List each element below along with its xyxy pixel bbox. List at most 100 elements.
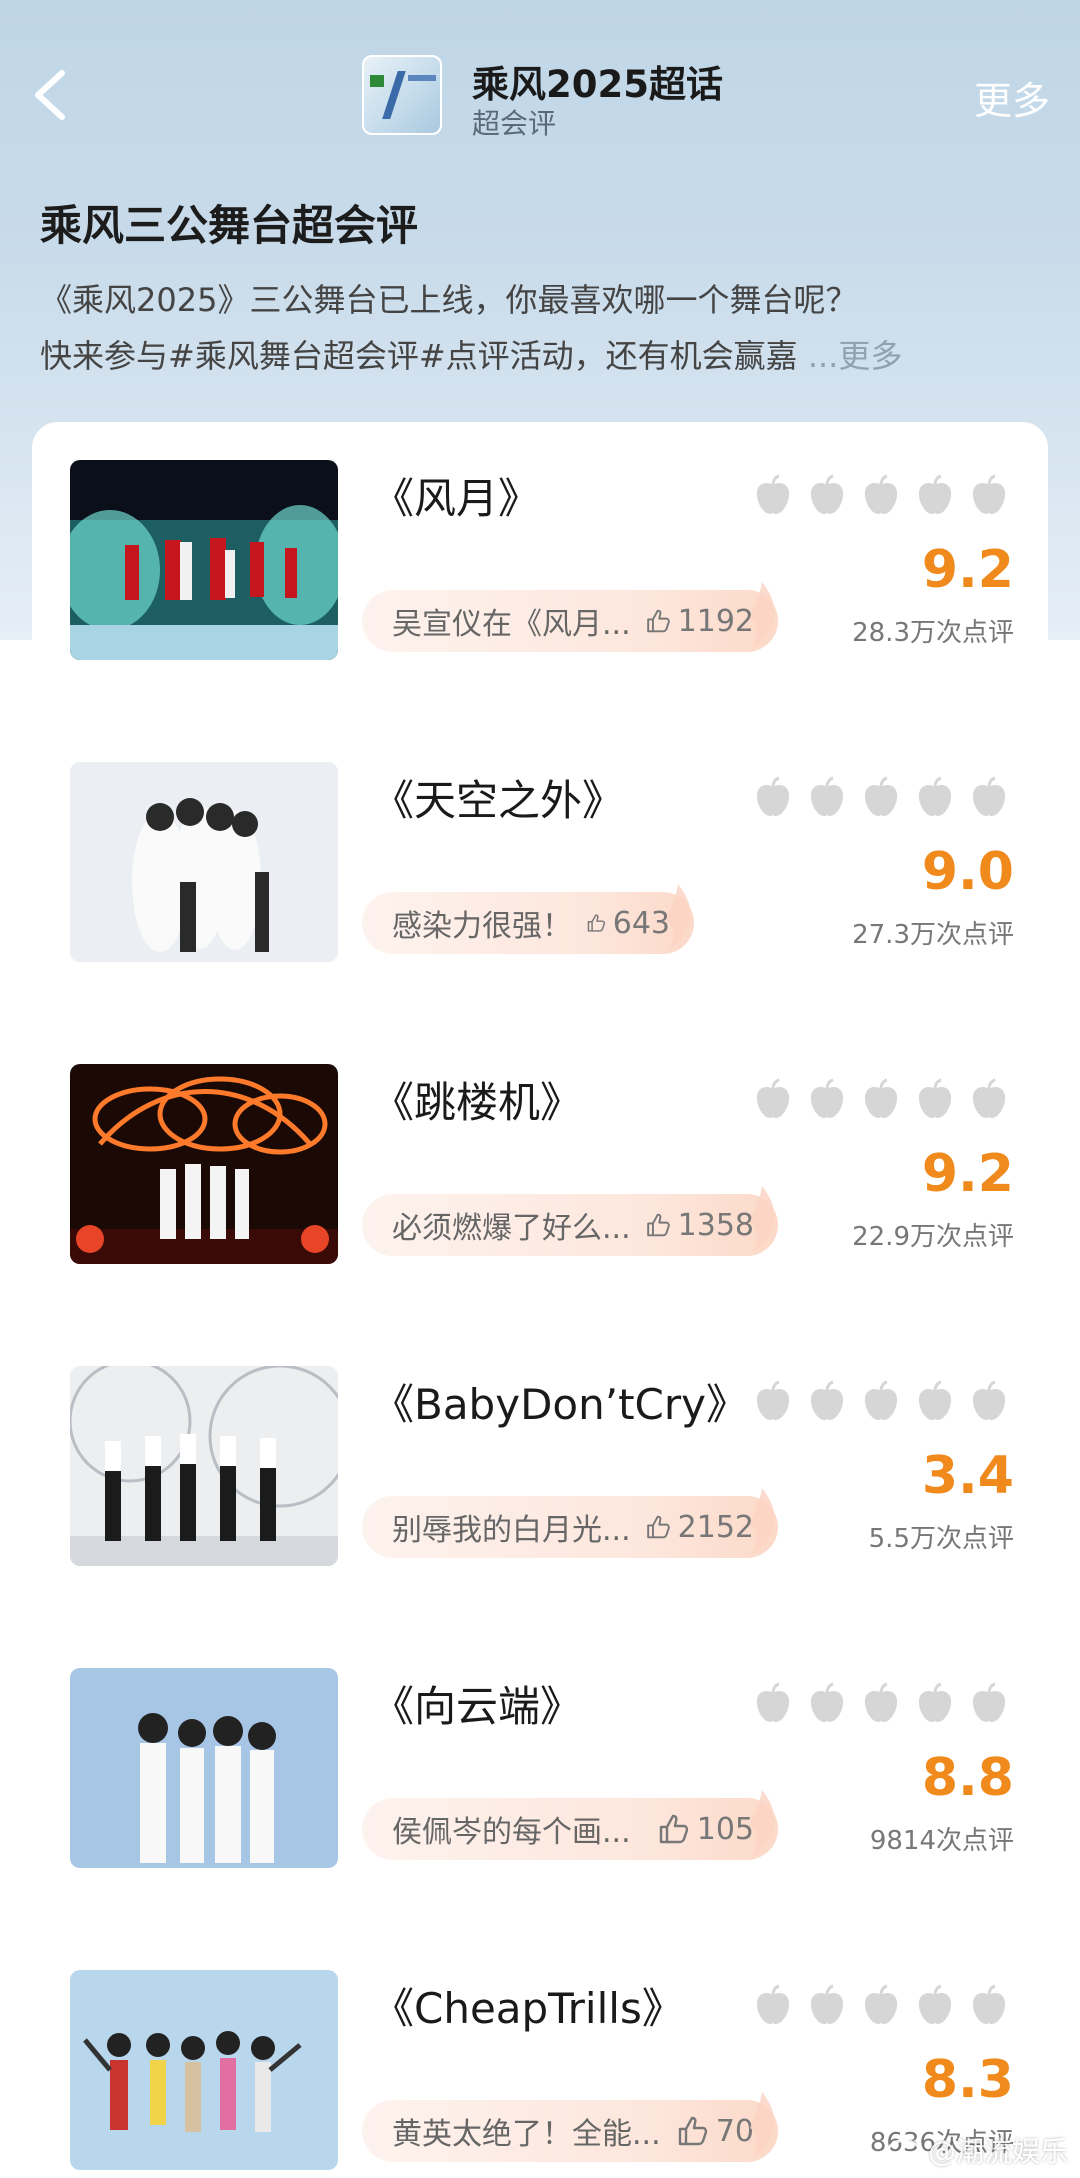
thumbs-up-icon: [587, 914, 606, 932]
stage-title[interactable]: 《BabyDon’tCry》: [372, 1376, 748, 1434]
apple-icon: [810, 474, 844, 514]
comment-text: 感染力很强！: [392, 909, 572, 944]
stage-title[interactable]: 《跳楼机》: [372, 1074, 732, 1132]
apple-icon: [918, 1682, 952, 1722]
topic-logo[interactable]: [362, 55, 442, 135]
stage-thumbnail[interactable]: [70, 1668, 338, 1868]
thumbs-up-icon: [646, 1515, 670, 1539]
review-count: 5.5万次点评: [868, 1524, 1014, 1554]
stage-thumbnail[interactable]: [70, 1970, 338, 2170]
apple-icon: [864, 1984, 898, 2024]
review-count: 9814次点评: [869, 1826, 1014, 1856]
apple-icon: [810, 1682, 844, 1722]
top-comment[interactable]: 别辱我的白月光... 2152: [362, 1488, 778, 1558]
apple-icon: [756, 1078, 790, 1118]
stage-item[interactable]: 《风月》 9.2 28.3万次点评 吴宣仪在《风月... 1192: [32, 422, 1048, 660]
thumbs-up-icon: [646, 609, 670, 633]
apple-icon: [864, 474, 898, 514]
stage-list-card: 《风月》 9.2 28.3万次点评 吴宣仪在《风月... 1192 《天空之外》 9.0 27…: [32, 422, 1048, 2178]
apple-icon: [756, 776, 790, 816]
stage-item[interactable]: 《BabyDon’tCry》 3.4 5.5万次点评 别辱我的白月光... 2152: [32, 1328, 1048, 1566]
comment-text: 吴宣仪在《风月...: [392, 607, 631, 642]
stage-score: 9.2: [921, 1144, 1014, 1204]
flame-decoration-icon: [750, 1790, 775, 1856]
review-count: 28.3万次点评: [852, 618, 1014, 648]
comment-text: 必须燃爆了好么...: [392, 1211, 631, 1246]
apple-icon: [810, 776, 844, 816]
flame-decoration-icon: [750, 2092, 775, 2158]
stage-thumbnail[interactable]: [70, 460, 338, 660]
page-title: 乘风三公舞台超会评: [40, 201, 419, 250]
stage-thumbnail[interactable]: [70, 762, 338, 962]
stage-thumbnail[interactable]: [70, 1366, 338, 1566]
rating-apples[interactable]: [750, 472, 1030, 520]
description-line-2: 快来参与#乘风舞台超会评#点评活动，还有机会赢嘉 ...更多: [40, 328, 1040, 384]
rating-apples[interactable]: [750, 1982, 1030, 2030]
chevron-left-icon: [35, 70, 65, 120]
stage-title[interactable]: 《向云端》: [372, 1678, 732, 1736]
stage-score: 8.3: [921, 2050, 1014, 2110]
stage-title[interactable]: 《CheapTrills》: [372, 1980, 732, 2038]
topic-title[interactable]: 乘风2025超话: [472, 54, 723, 108]
back-button[interactable]: [22, 65, 82, 125]
apple-icon: [918, 776, 952, 816]
apple-icon: [918, 1078, 952, 1118]
apple-icon: [972, 776, 1006, 816]
description-more-link[interactable]: ...更多: [798, 337, 903, 375]
apple-icon: [918, 474, 952, 514]
top-comment[interactable]: 感染力很强！ 643: [362, 884, 694, 954]
thumbs-up-icon: [678, 2116, 708, 2146]
apple-icon: [756, 474, 790, 514]
apple-icon: [864, 1380, 898, 1420]
flame-decoration-icon: [750, 582, 775, 648]
description: 《乘风2025》三公舞台已上线，你最喜欢哪一个舞台呢？ 快来参与#乘风舞台超会评…: [40, 272, 1040, 384]
stage-title[interactable]: 《天空之外》: [372, 772, 732, 830]
apple-icon: [918, 1380, 952, 1420]
apple-icon: [972, 1984, 1006, 2024]
stage-item[interactable]: 《向云端》 8.8 9814次点评 侯佩岑的每个画... 105: [32, 1630, 1048, 1868]
rating-apples[interactable]: [750, 774, 1030, 822]
apple-icon: [810, 1078, 844, 1118]
flame-decoration-icon: [666, 884, 691, 950]
rating-apples[interactable]: [750, 1076, 1030, 1124]
stage-score: 9.2: [921, 540, 1014, 600]
more-button[interactable]: 更多: [974, 70, 1050, 125]
stage-thumbnail[interactable]: [70, 1064, 338, 1264]
apple-icon: [972, 1380, 1006, 1420]
top-bar: 乘风2025超话 超会评 更多: [0, 40, 1080, 160]
comment-text: 侯佩岑的每个画...: [392, 1815, 631, 1850]
top-comment[interactable]: 吴宣仪在《风月... 1192: [362, 582, 778, 652]
flame-decoration-icon: [750, 1186, 775, 1252]
stage-item[interactable]: 《CheapTrills》 8.3 8636次点评 黄英太绝了！全能... 70: [32, 1932, 1048, 2170]
top-comment[interactable]: 侯佩岑的每个画... 105: [362, 1790, 778, 1860]
review-count: 27.3万次点评: [852, 920, 1014, 950]
top-comment[interactable]: 黄英太绝了！全能... 70: [362, 2092, 778, 2162]
apple-icon: [972, 1078, 1006, 1118]
thumbs-up-icon: [646, 1213, 670, 1237]
top-comment[interactable]: 必须燃爆了好么... 1358: [362, 1186, 778, 1256]
stage-score: 3.4: [921, 1446, 1014, 1506]
apple-icon: [810, 1380, 844, 1420]
apple-icon: [864, 776, 898, 816]
weibo-logo-icon: [885, 2139, 922, 2167]
apple-icon: [864, 1682, 898, 1722]
apple-icon: [756, 1682, 790, 1722]
stage-item[interactable]: 《天空之外》 9.0 27.3万次点评 感染力很强！ 643: [32, 724, 1048, 962]
description-line-2-text: 快来参与#乘风舞台超会评#点评活动，还有机会赢嘉: [40, 337, 798, 375]
description-line-1: 《乘风2025》三公舞台已上线，你最喜欢哪一个舞台呢？: [40, 281, 858, 319]
comment-text: 黄英太绝了！全能...: [392, 2117, 661, 2152]
apple-icon: [756, 1380, 790, 1420]
rating-apples[interactable]: [750, 1680, 1030, 1728]
watermark: @潮流娱乐: [885, 2130, 1068, 2170]
apple-icon: [810, 1984, 844, 2024]
rating-apples[interactable]: [750, 1378, 1030, 1426]
flame-decoration-icon: [750, 1488, 775, 1554]
apple-icon: [918, 1984, 952, 2024]
stage-score: 8.8: [921, 1748, 1014, 1808]
stage-title[interactable]: 《风月》: [372, 470, 732, 528]
topic-subtitle: 超会评: [472, 107, 557, 140]
stage-item[interactable]: 《跳楼机》 9.2 22.9万次点评 必须燃爆了好么... 1358: [32, 1026, 1048, 1264]
apple-icon: [864, 1078, 898, 1118]
watermark-text: @潮流娱乐: [927, 2135, 1068, 2168]
review-count: 22.9万次点评: [852, 1222, 1014, 1252]
